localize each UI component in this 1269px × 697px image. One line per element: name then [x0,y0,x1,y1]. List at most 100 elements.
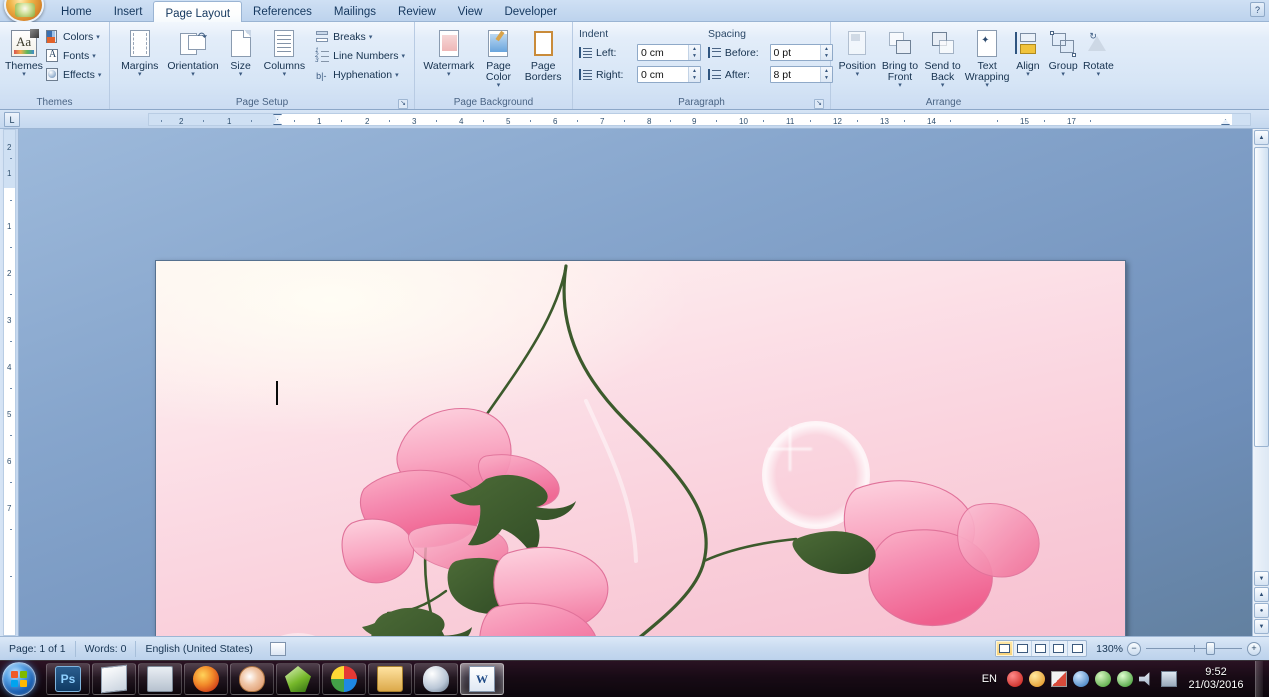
theme-colors-button[interactable]: Colors ▾ [43,27,105,46]
taskbar-photoshop[interactable]: Ps [46,663,90,695]
horizontal-ruler[interactable]: L 2 1 1 2 3 4 5 6 7 8 9 10 11 12 13 14 1… [0,110,1269,129]
tab-insert[interactable]: Insert [103,0,154,22]
send-to-back-button[interactable]: Send to Back ▾ [921,25,964,89]
spacing-before-spinbox[interactable]: ▲▼ [769,44,833,61]
flag-icon[interactable] [1051,671,1067,687]
scroll-up-button[interactable]: ▲ [1254,130,1269,145]
paragraph-dialog-launcher[interactable]: ↘ [814,99,824,109]
view-full-screen-reading-button[interactable] [1014,641,1032,656]
taskbar-paint[interactable] [230,663,274,695]
page-setup-dialog-launcher[interactable]: ↘ [398,99,408,109]
tab-mailings[interactable]: Mailings [323,0,387,22]
zoom-track[interactable] [1146,642,1242,655]
horizontal-ruler-track[interactable]: 2 1 1 2 3 4 5 6 7 8 9 10 11 12 13 14 15 … [148,113,1251,126]
tab-view[interactable]: View [447,0,494,22]
tab-references[interactable]: References [242,0,323,22]
green-arrow-icon[interactable] [1095,671,1111,687]
scrollbar-thumb[interactable] [1254,147,1269,447]
taskbar-firefox[interactable] [184,663,228,695]
orange-shield-icon[interactable] [1029,671,1045,687]
clock[interactable]: 9:52 21/03/2016 [1183,666,1245,692]
align-button[interactable]: Align ▾ [1010,25,1045,78]
view-draft-button[interactable] [1068,641,1086,656]
help-icon[interactable]: ? [1250,2,1265,17]
start-button[interactable] [2,662,36,696]
zoom-slider[interactable]: − + [1127,641,1261,656]
page-indicator[interactable]: Page: 1 of 1 [0,640,76,657]
rotate-button[interactable]: ↻ Rotate ▾ [1081,25,1116,78]
bring-to-front-button[interactable]: Bring to Front ▾ [879,25,922,89]
next-page-button[interactable]: ▼ [1254,619,1269,634]
show-desktop-button[interactable] [1255,660,1263,697]
position-button[interactable]: Position ▾ [836,25,879,78]
indent-right-input[interactable] [638,67,688,82]
vertical-ruler[interactable]: 2 1 1 2 3 4 5 6 7 [0,129,19,636]
tab-page-layout[interactable]: Page Layout [153,1,243,22]
tab-review[interactable]: Review [387,0,447,22]
taskbar-green-app[interactable] [276,663,320,695]
page-color-button[interactable]: Page Color ▾ [478,25,520,89]
taskbar-snipping-tool[interactable] [414,663,458,695]
zoom-out-button[interactable]: − [1127,641,1141,656]
language-indicator-tray[interactable]: EN [978,673,1001,685]
page-color-arrow: ▾ [496,82,501,89]
zoom-in-button[interactable]: + [1247,641,1261,656]
zoom-level[interactable]: 130% [1091,643,1123,655]
tab-stop-selector[interactable]: L [4,112,20,127]
network-icon[interactable] [1161,671,1177,687]
breaks-button[interactable]: Breaks ▾ [313,27,409,46]
size-button[interactable]: Size ▾ [222,25,260,78]
indent-right-spinbox[interactable]: ▲▼ [637,66,701,83]
language-indicator[interactable]: English (United States) [136,641,261,657]
taskbar-folder[interactable] [368,663,412,695]
line-numbers-button[interactable]: 123 Line Numbers ▾ [313,46,409,65]
tab-home[interactable]: Home [50,0,103,22]
document-page[interactable] [155,260,1126,636]
text-wrapping-button[interactable]: ✦ Text Wrapping ▾ [964,25,1010,89]
scroll-down-button[interactable]: ▼ [1254,571,1269,586]
red-dot-icon[interactable] [1007,671,1023,687]
taskbar-browser[interactable] [322,663,366,695]
right-indent-marker[interactable] [1221,119,1230,125]
zoom-thumb[interactable] [1206,642,1215,655]
taskbar-calculator[interactable] [138,663,182,695]
taskbar-notepad[interactable] [92,663,136,695]
indent-left-spinbox[interactable]: ▲▼ [637,44,701,61]
indent-right-spin-arrows[interactable]: ▲ ▼ [688,67,700,82]
spacing-before-input[interactable] [770,45,820,60]
group-button[interactable]: Group ▾ [1046,25,1081,78]
office-button[interactable] [4,0,44,23]
vertical-scrollbar[interactable]: ▲ ▼ ▲ ● ▼ [1252,129,1269,636]
spacing-after-spinbox[interactable]: ▲▼ [769,66,833,83]
theme-effects-button[interactable]: Effects ▾ [43,65,105,84]
green-globe-icon[interactable] [1117,671,1133,687]
tab-developer[interactable]: Developer [493,0,567,22]
ruler-tick: 15 [1020,117,1029,126]
page-borders-button[interactable]: Page Borders [519,25,567,83]
orientation-button[interactable]: ↷ Orientation ▾ [164,25,221,78]
indent-left-spin-arrows[interactable]: ▲ ▼ [688,45,700,60]
spacing-after-input[interactable] [770,67,820,82]
watermark-button[interactable]: Watermark ▾ [420,25,478,78]
indent-left-input[interactable] [638,45,688,60]
vruler-tick: 7 [7,504,12,513]
select-browse-object-button[interactable]: ● [1254,603,1269,618]
hyphenation-button[interactable]: b|- Hyphenation ▾ [313,65,409,84]
view-web-layout-button[interactable] [1032,641,1050,656]
page-color-label: Page Color [485,60,512,83]
view-print-layout-button[interactable] [996,641,1014,656]
taskbar-word[interactable]: W [460,663,504,695]
margins-button[interactable]: Margins ▾ [115,25,164,78]
previous-page-button[interactable]: ▲ [1254,587,1269,602]
word-count[interactable]: Words: 0 [76,640,137,657]
themes-button[interactable]: Aa Themes ▾ [5,25,43,78]
volume-icon[interactable] [1139,672,1150,686]
align-arrow: ▾ [1026,71,1030,78]
vertical-ruler-track[interactable]: 2 1 1 2 3 4 5 6 7 [3,129,16,636]
watermark-arrow: ▾ [447,71,451,78]
columns-button[interactable]: Columns ▾ [260,25,309,78]
view-outline-button[interactable] [1050,641,1068,656]
blue-globe-icon[interactable] [1073,671,1089,687]
proofing-icon[interactable] [269,641,286,656]
theme-fonts-button[interactable]: A Fonts ▾ [43,46,105,65]
